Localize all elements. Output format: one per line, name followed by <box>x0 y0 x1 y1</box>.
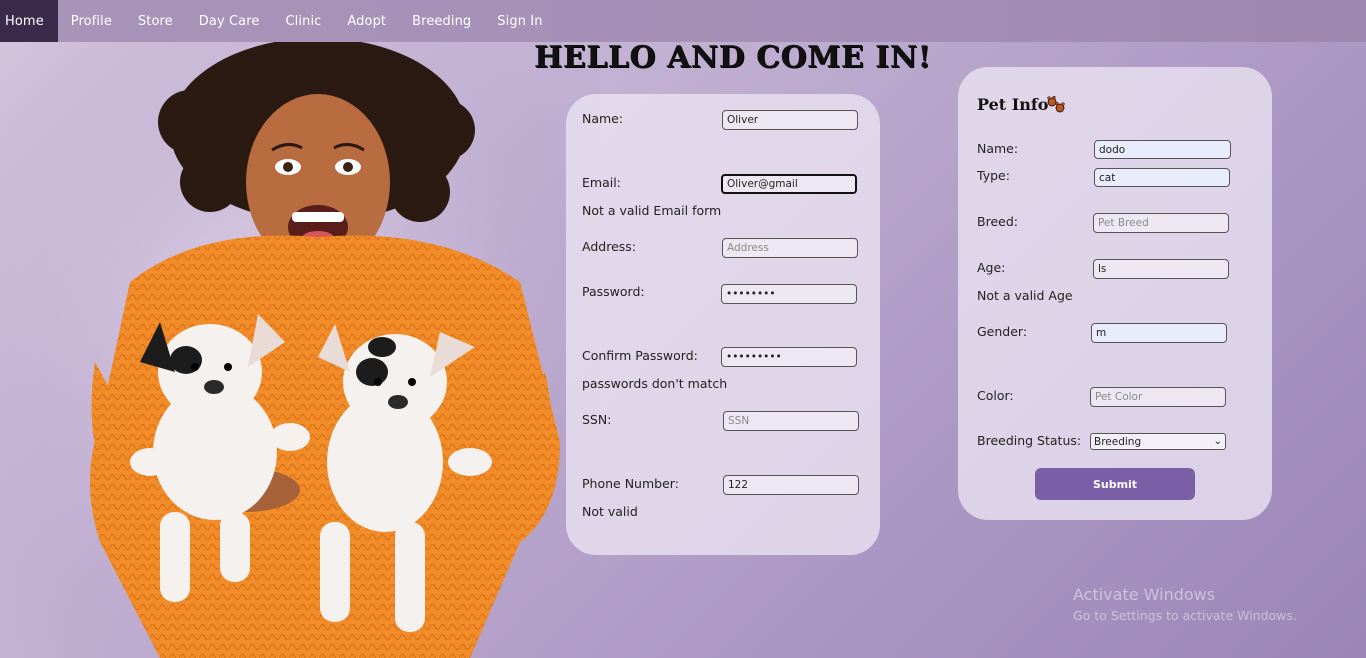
address-label: Address: <box>582 239 636 254</box>
top-nav: Home Profile Store Day Care Clinic Adopt… <box>0 0 1366 42</box>
password-input[interactable] <box>721 284 857 304</box>
page-title: HELLO AND COME IN! <box>534 40 932 75</box>
phone-label: Phone Number: <box>582 476 679 491</box>
pet-name-label: Name: <box>977 141 1019 156</box>
nav-breeding[interactable]: Breeding <box>399 0 484 42</box>
password-label: Password: <box>582 284 645 299</box>
nav-day-care[interactable]: Day Care <box>186 0 273 42</box>
pet-type-input[interactable] <box>1094 168 1230 187</box>
nav-store[interactable]: Store <box>125 0 186 42</box>
pet-breed-input[interactable] <box>1093 213 1229 233</box>
activate-windows-title: Activate Windows <box>1073 585 1216 604</box>
breeding-status-label: Breeding Status: <box>977 433 1082 448</box>
nav-adopt[interactable]: Adopt <box>334 0 399 42</box>
confirm-password-input[interactable] <box>721 347 857 367</box>
breeding-status-value: Breeding <box>1094 435 1142 448</box>
hero-image <box>0 42 600 658</box>
nav-sign-in[interactable]: Sign In <box>484 0 555 42</box>
address-input[interactable] <box>722 238 858 258</box>
pet-age-input[interactable] <box>1093 259 1229 279</box>
breeding-status-select[interactable]: Breeding ⌄ <box>1090 433 1226 450</box>
pet-color-label: Color: <box>977 388 1014 403</box>
pet-age-label: Age: <box>977 260 1006 275</box>
confirm-password-label: Confirm Password: <box>582 348 698 363</box>
pet-breed-label: Breed: <box>977 214 1018 229</box>
email-input[interactable] <box>721 174 857 194</box>
email-label: Email: <box>582 175 621 190</box>
paw-icon <box>1047 96 1065 113</box>
name-input[interactable] <box>722 110 858 130</box>
nav-profile[interactable]: Profile <box>58 0 125 42</box>
nav-clinic[interactable]: Clinic <box>273 0 335 42</box>
email-error: Not a valid Email form <box>582 203 722 218</box>
phone-input[interactable] <box>723 475 859 495</box>
nav-home[interactable]: Home <box>0 0 58 42</box>
pet-type-label: Type: <box>977 168 1010 183</box>
ssn-label: SSN: <box>582 412 612 427</box>
pet-gender-input[interactable] <box>1091 323 1227 343</box>
pet-name-input[interactable] <box>1094 140 1231 159</box>
pet-age-error: Not a valid Age <box>977 288 1073 303</box>
ssn-input[interactable] <box>723 411 859 431</box>
pet-info-title: Pet Info <box>977 95 1049 114</box>
activate-windows-subtitle: Go to Settings to activate Windows. <box>1073 608 1297 623</box>
phone-error: Not valid <box>582 504 638 519</box>
pet-color-input[interactable] <box>1090 387 1226 407</box>
name-label: Name: <box>582 111 624 126</box>
chevron-down-icon: ⌄ <box>1213 436 1222 447</box>
confirm-password-error: passwords don't match <box>582 376 728 391</box>
pet-gender-label: Gender: <box>977 324 1028 339</box>
submit-button[interactable]: Submit <box>1035 468 1195 500</box>
